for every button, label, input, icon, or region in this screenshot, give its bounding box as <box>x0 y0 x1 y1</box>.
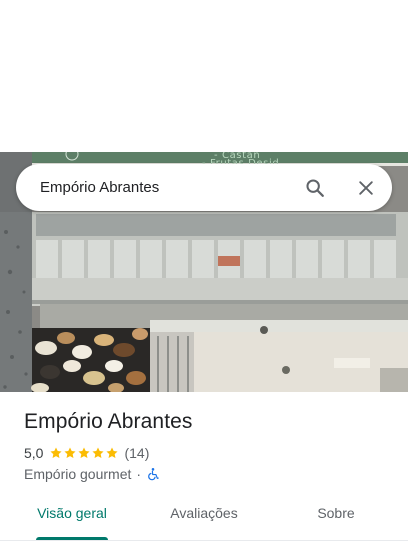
star-icon <box>106 447 119 459</box>
place-title: Empório Abrantes <box>24 410 193 433</box>
category-row: Empório gourmet · <box>24 465 160 483</box>
star-rating <box>49 446 119 460</box>
category-label[interactable]: Empório gourmet <box>24 466 131 482</box>
tab-about[interactable]: Sobre <box>282 499 390 539</box>
category-separator: · <box>136 466 142 482</box>
place-info-panel: Empório Abrantes 5,0 (14) Empório gourme… <box>0 392 408 544</box>
star-icon <box>50 447 63 459</box>
rating-row[interactable]: 5,0 (14) <box>24 444 149 462</box>
star-icon <box>92 447 105 459</box>
tab-bar: Visão geral Avaliações Sobre <box>0 499 408 540</box>
review-count[interactable]: (14) <box>124 445 149 461</box>
search-bar[interactable]: Empório Abrantes <box>16 164 392 211</box>
map-blank-area <box>0 0 408 152</box>
close-button[interactable] <box>352 174 380 202</box>
star-icon <box>64 447 77 459</box>
search-icon <box>306 179 324 197</box>
wheelchair-icon <box>148 468 159 481</box>
place-sheet: - Castan - Frutas Desid <box>0 0 408 544</box>
search-button[interactable] <box>301 174 329 202</box>
star-icon <box>78 447 91 459</box>
search-input[interactable]: Empório Abrantes <box>40 164 159 211</box>
divider <box>0 540 408 541</box>
tab-reviews[interactable]: Avaliações <box>150 499 258 539</box>
tab-overview[interactable]: Visão geral <box>18 499 126 539</box>
rating-value: 5,0 <box>24 445 44 461</box>
close-icon <box>359 181 373 195</box>
